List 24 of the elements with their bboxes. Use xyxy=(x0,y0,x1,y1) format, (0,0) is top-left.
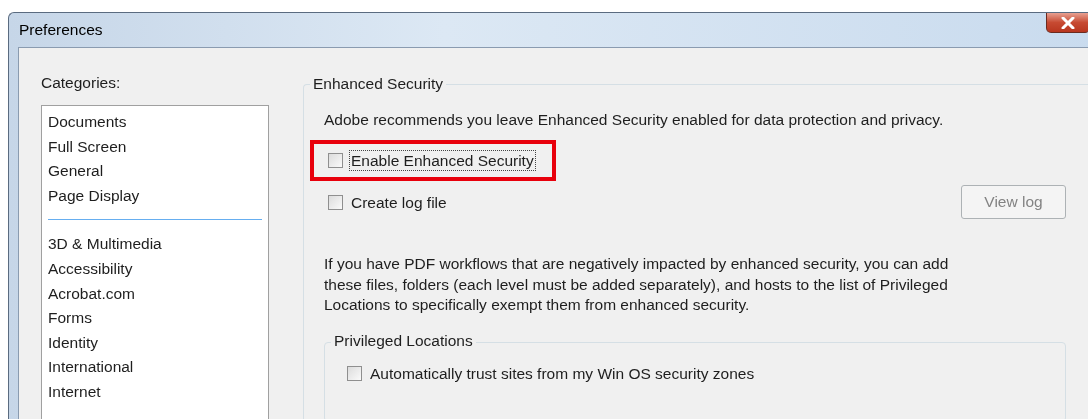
info-paragraph: If you have PDF workflows that are negatively impacted by enhanced security, you can add these files, folders (each level must be added separately), and hosts to the list of Privileged Locations to specifically exempt them from enhanced security. xyxy=(324,254,950,315)
checkbox[interactable] xyxy=(328,194,343,210)
category-item[interactable]: Full Screen xyxy=(48,134,127,160)
checkbox[interactable] xyxy=(347,365,362,381)
window-title: Preferences xyxy=(19,21,103,39)
checkbox[interactable] xyxy=(328,152,343,168)
category-item[interactable]: Internet xyxy=(48,379,101,405)
category-item[interactable]: Identity xyxy=(48,330,98,356)
category-item[interactable]: 3D & Multimedia xyxy=(48,232,162,257)
category-item[interactable]: General xyxy=(48,159,104,184)
close-button[interactable] xyxy=(1046,13,1088,33)
intro-text: Adobe recommends you leave Enhanced Security enabled for data protection and privacy. xyxy=(324,110,945,130)
group-title: Enhanced Security xyxy=(310,75,447,93)
category-item[interactable]: Acrobat.com xyxy=(48,281,135,307)
close-icon xyxy=(1061,16,1075,29)
checkbox-label: Enable Enhanced Security xyxy=(349,149,536,171)
category-item[interactable]: Page Display xyxy=(48,183,140,209)
checkbox-label: Automatically trust sites from my Win OS security zones xyxy=(369,363,756,384)
category-item[interactable]: International xyxy=(48,355,134,380)
category-item[interactable]: Accessibility xyxy=(48,256,133,282)
category-item[interactable]: Forms xyxy=(48,306,92,331)
categories-label: Categories: xyxy=(41,74,121,92)
checkbox-label: Create log file xyxy=(350,192,448,213)
category-item[interactable]: Documents xyxy=(48,110,127,135)
